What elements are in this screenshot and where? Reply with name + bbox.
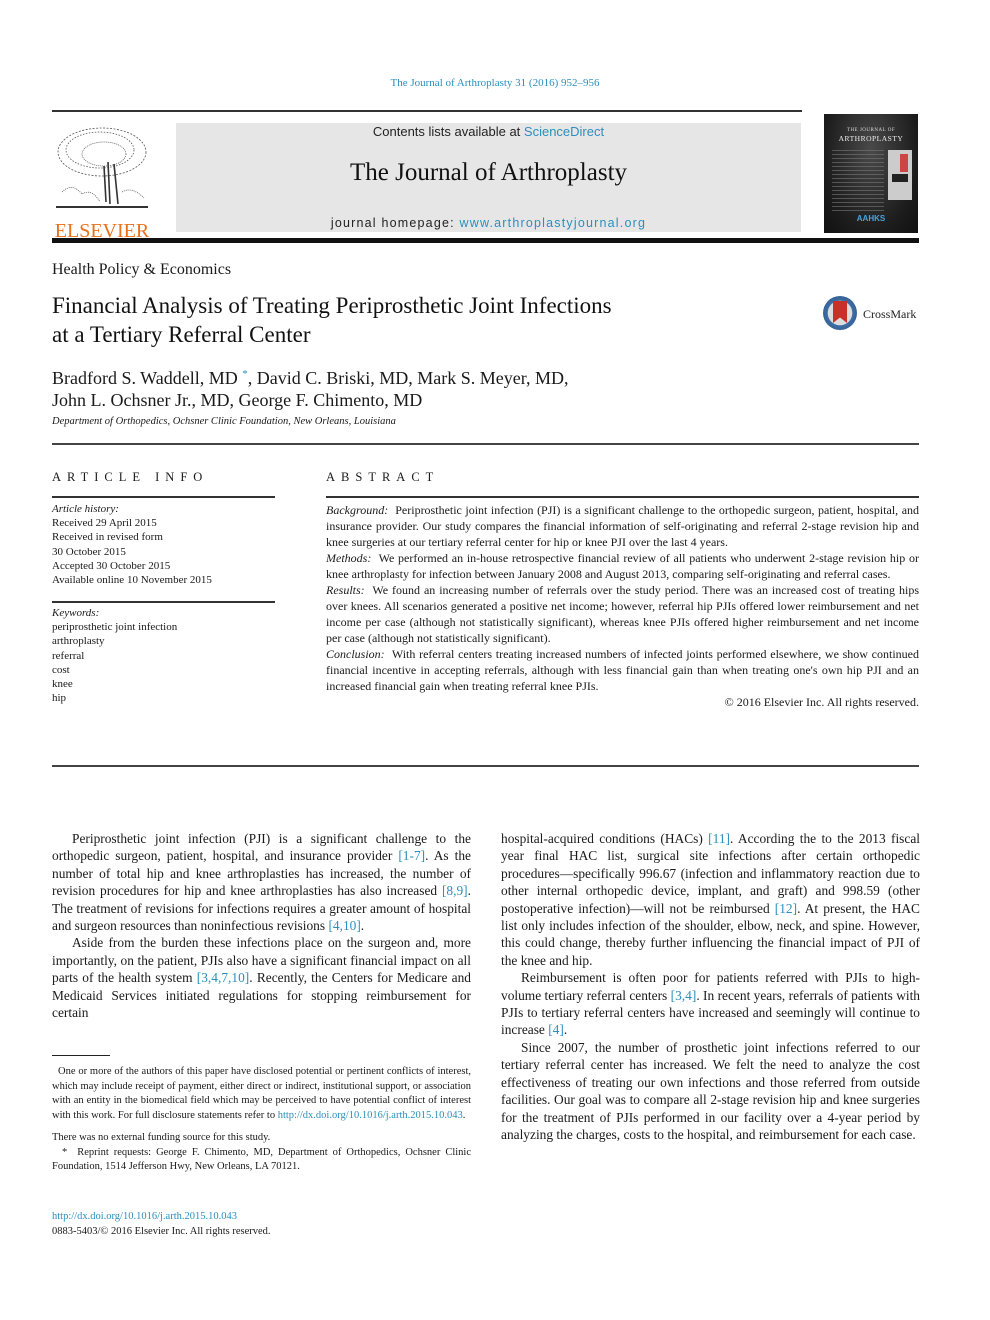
- abstract-copyright: © 2016 Elsevier Inc. All rights reserved…: [724, 695, 919, 709]
- keyword-item: cost: [52, 663, 70, 676]
- background-label: Background:: [326, 503, 389, 517]
- abstract-conclusion: Conclusion: With referral centers treati…: [326, 646, 919, 694]
- journal-citation[interactable]: The Journal of Arthroplasty 31 (2016) 95…: [0, 77, 990, 89]
- reference-link[interactable]: [3,4]: [671, 988, 697, 1003]
- header-divider: [52, 110, 802, 112]
- keyword-item: arthroplasty: [52, 635, 105, 648]
- abstract-methods: Methods: We performed an in-house retros…: [326, 550, 919, 582]
- reference-link[interactable]: [8,9]: [442, 883, 468, 898]
- article-title: Financial Analysis of Treating Periprost…: [52, 291, 752, 349]
- reprint-note: * Reprint requests: George F. Chimento, …: [52, 1146, 471, 1175]
- history-item: Received 29 April 2015: [52, 517, 157, 530]
- body-column-right: hospital-acquired conditions (HACs) [11]…: [501, 830, 920, 1143]
- background-text: Periprosthetic joint infection (PJI) is …: [326, 503, 920, 549]
- keyword-item: knee: [52, 678, 73, 691]
- aahks-logo: AAHKS: [856, 214, 886, 223]
- elsevier-logo[interactable]: ELSEVIER: [50, 122, 154, 241]
- body-paragraph: Periprosthetic joint infection (PJI) is …: [52, 830, 471, 934]
- keyword-item: periprosthetic joint infection: [52, 621, 178, 634]
- author-list: Bradford S. Waddell, MD *, David C. Bris…: [52, 363, 568, 411]
- crossmark-button[interactable]: CrossMark: [823, 296, 923, 336]
- conflict-of-interest-note: One or more of the authors of this paper…: [52, 1065, 471, 1123]
- body-text: .: [563, 1022, 568, 1038]
- results-text: We found an increasing number of referra…: [326, 583, 919, 645]
- footnote-divider: [52, 1055, 110, 1056]
- article-history: Article history: Received 29 April 2015 …: [52, 502, 212, 587]
- footnotes: One or more of the authors of this paper…: [52, 1065, 471, 1175]
- disclosure-doi-link[interactable]: http://dx.doi.org/10.1016/j.arth.2015.10…: [278, 1110, 463, 1121]
- sciencedirect-link[interactable]: ScienceDirect: [524, 124, 604, 139]
- body-text: .: [360, 918, 365, 934]
- article-info-rule: [52, 496, 275, 498]
- reprint-marker: *: [62, 1146, 68, 1158]
- cover-title-line1: THE JOURNAL OF: [846, 128, 896, 133]
- abstract-divider: [52, 765, 919, 767]
- reprint-text: Reprint requests: George F. Chimento, MD…: [52, 1146, 471, 1173]
- reference-link[interactable]: [11]: [708, 831, 730, 846]
- doi-block: http://dx.doi.org/10.1016/j.arth.2015.10…: [52, 1210, 271, 1239]
- masthead-divider: [52, 238, 919, 243]
- abstract-background: Background: Periprosthetic joint infecti…: [326, 502, 919, 550]
- reference-link[interactable]: [3,4,7,10]: [197, 970, 249, 985]
- coi-end: .: [462, 1109, 466, 1121]
- journal-homepage-link[interactable]: www.arthroplastyjournal.org: [459, 216, 646, 230]
- journal-title: The Journal of Arthroplasty: [349, 159, 628, 186]
- section-label: Health Policy & Economics: [52, 261, 232, 278]
- article-doi-link[interactable]: http://dx.doi.org/10.1016/j.arth.2015.10…: [52, 1211, 237, 1222]
- conclusion-label: Conclusion:: [326, 647, 385, 661]
- history-label: Article history:: [52, 503, 119, 515]
- journal-masthead: Contents lists available at ScienceDirec…: [176, 123, 801, 232]
- reference-link[interactable]: [1-7]: [398, 848, 425, 863]
- body-paragraph: Reimbursement is often poor for patients…: [501, 969, 920, 1039]
- abstract-rule: [326, 496, 919, 498]
- body-paragraph: Since 2007, the number of prosthetic joi…: [501, 1039, 920, 1142]
- history-item: Accepted 30 October 2015: [52, 559, 171, 572]
- keyword-item: referral: [52, 649, 85, 662]
- abstract-heading: ABSTRACT: [326, 470, 440, 484]
- elsevier-tree-icon: [52, 122, 152, 214]
- history-item: 30 October 2015: [52, 545, 126, 558]
- cover-text-block: [832, 150, 884, 212]
- authors-rest-line1: , David C. Briski, MD, Mark S. Meyer, MD…: [247, 368, 569, 388]
- abstract-results: Results: We found an increasing number o…: [326, 582, 919, 646]
- homepage-prefix: journal homepage:: [330, 216, 460, 230]
- crossmark-label: CrossMark: [863, 307, 917, 321]
- keywords-label: Keywords:: [52, 607, 100, 619]
- funding-note: There was no external funding source for…: [52, 1132, 271, 1143]
- reference-link[interactable]: [12]: [775, 901, 797, 916]
- methods-label: Methods:: [326, 551, 372, 565]
- body-paragraph: Aside from the burden these infections p…: [52, 934, 471, 1021]
- affiliation: Department of Orthopedics, Ochsner Clini…: [52, 416, 396, 427]
- journal-cover-thumbnail[interactable]: THE JOURNAL OF ARTHROPLASTY AAHKS: [824, 114, 918, 233]
- reference-link[interactable]: [4,10]: [328, 918, 360, 933]
- homepage-line: journal homepage: www.arthroplastyjourna…: [176, 216, 801, 230]
- keyword-item: hip: [52, 692, 67, 705]
- body-paragraph: hospital-acquired conditions (HACs) [11]…: [501, 830, 920, 969]
- body-text: hospital-acquired conditions (HACs): [501, 831, 709, 846]
- contents-prefix: Contents lists available at: [372, 124, 524, 139]
- author-first: Bradford S. Waddell, MD: [52, 368, 243, 388]
- cover-title-line2: ARTHROPLASTY: [838, 134, 904, 143]
- abstract-body: Background: Periprosthetic joint infecti…: [326, 502, 919, 710]
- title-line-2: at a Tertiary Referral Center: [52, 322, 311, 347]
- methods-text: We performed an in-house retrospective f…: [326, 551, 919, 581]
- issn-copyright: 0883-5403/© 2016 Elsevier Inc. All right…: [52, 1225, 271, 1237]
- results-label: Results:: [326, 583, 365, 597]
- history-item: Received in revised form: [52, 531, 163, 544]
- title-divider: [52, 443, 919, 445]
- keywords-rule: [52, 601, 275, 603]
- conclusion-text: With referral centers treating increased…: [326, 647, 919, 693]
- history-item: Available online 10 November 2015: [52, 574, 212, 587]
- cover-figure: [888, 150, 912, 200]
- reference-link[interactable]: [4]: [548, 1022, 564, 1037]
- title-line-1: Financial Analysis of Treating Periprost…: [52, 293, 612, 318]
- keywords: Keywords: periprosthetic joint infection…: [52, 606, 177, 705]
- body-column-left: Periprosthetic joint infection (PJI) is …: [52, 830, 471, 1021]
- article-info-heading: ARTICLE INFO: [52, 470, 209, 484]
- contents-line: Contents lists available at ScienceDirec…: [176, 124, 801, 139]
- authors-line2: John L. Ochsner Jr., MD, George F. Chime…: [52, 390, 423, 410]
